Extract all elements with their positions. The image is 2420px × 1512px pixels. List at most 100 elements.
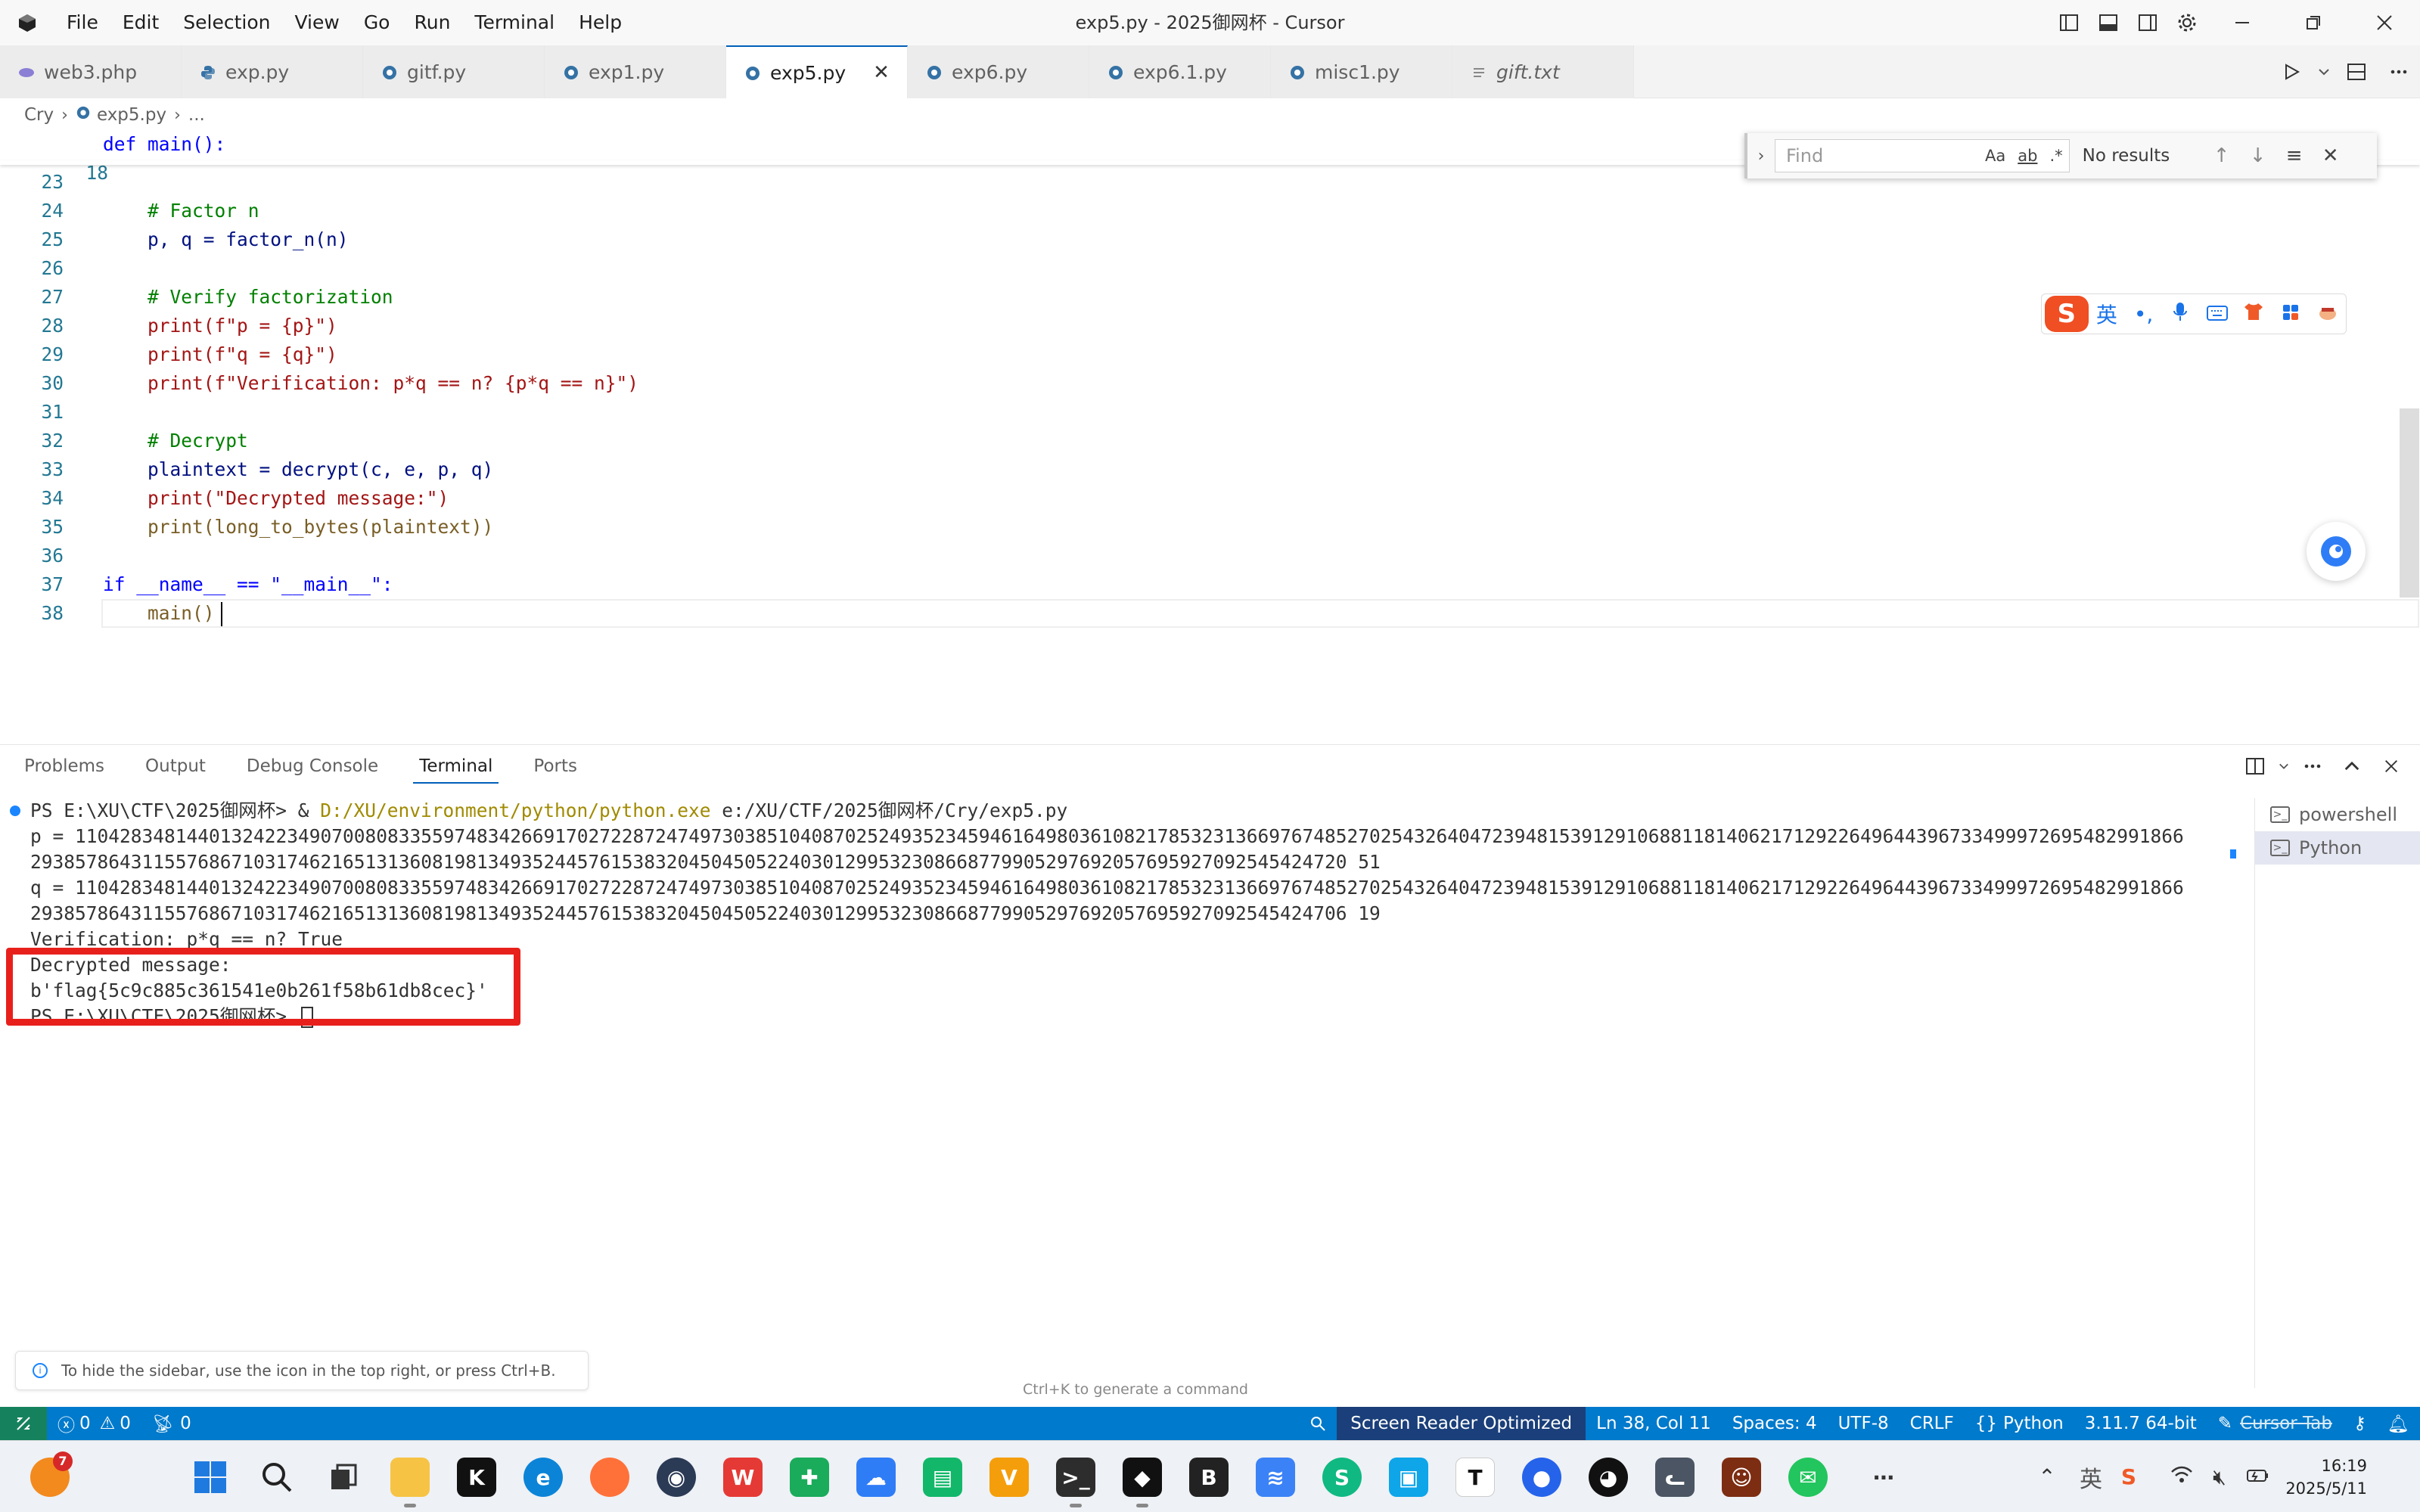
problems-status[interactable]: ⓧ 0 ⚠ 0 [47,1407,141,1440]
wechat-icon[interactable]: ✉ [1788,1458,1828,1497]
code-line[interactable]: 26 [0,254,2406,283]
taskbar-app-bag-icon[interactable]: ▤ [923,1458,962,1497]
notifications-bell-icon[interactable]: 🔔︎ [2377,1407,2420,1440]
close-tab-icon[interactable]: ✕ [873,61,890,84]
ports-status[interactable]: 📡︎ 0 [141,1407,202,1440]
edge-browser-icon[interactable]: e [523,1458,563,1497]
close-window-button[interactable] [2349,0,2420,45]
code-line[interactable]: 36 [0,542,2406,570]
split-editor-icon[interactable] [2335,45,2378,98]
terminal-app-icon[interactable]: >_ [1056,1458,1095,1507]
python-interpreter[interactable]: 3.11.7 64-bit [2074,1407,2207,1440]
taskbar-app-k-icon[interactable]: K [457,1458,496,1497]
match-case-toggle[interactable]: Aa [1979,147,2011,165]
taskbar-weather-icon[interactable]: 7 [30,1451,73,1497]
volume-muted-icon[interactable]: 🔇︎ [2201,1464,2238,1490]
indentation[interactable]: Spaces: 4 [1722,1407,1828,1440]
menu-edit[interactable]: Edit [110,0,171,45]
menu-selection[interactable]: Selection [171,0,282,45]
maximize-panel-chevron-up-icon[interactable] [2332,745,2372,787]
taskbar-search-icon[interactable] [257,1458,297,1497]
taskbar-app-browser-icon[interactable]: ● [1522,1458,1561,1497]
cloud-drive-icon[interactable]: ☁ [856,1458,896,1497]
tab-web3-php[interactable]: web3.php [0,45,182,98]
menu-view[interactable]: View [282,0,351,45]
menu-help[interactable]: Help [567,0,634,45]
code-line[interactable]: 32 # Decrypt [0,427,2406,455]
toggle-primary-sidebar-icon[interactable] [2049,0,2089,45]
tab-exp5-py[interactable]: exp5.py ✕ [726,45,908,98]
taskbar-app-cat-icon[interactable]: ᓚ [1655,1458,1695,1497]
terminal-path-link[interactable]: D:/XU/environment/python/python.exe [320,799,710,821]
taskbar-overflow-icon[interactable]: ⋯ [1864,1458,1903,1497]
panel-tab-debug-console[interactable]: Debug Console [241,749,384,784]
ime-indicator[interactable]: 英 [2072,1461,2110,1494]
settings-gear-icon[interactable] [2167,0,2207,45]
terminal-instance-python[interactable]: >_ Python [2255,831,2420,865]
panel-tab-terminal[interactable]: Terminal [413,749,499,784]
terminal-output[interactable]: PS E:\XU\CTF\2025御网杯> & D:/XU/environmen… [0,798,2239,1403]
taskbar-app-s-icon[interactable]: S [1322,1458,1362,1497]
menu-go[interactable]: Go [352,0,402,45]
run-python-file-icon[interactable] [2270,45,2313,98]
menu-file[interactable]: File [54,0,110,45]
command-decoration-dot[interactable] [10,806,20,816]
encoding[interactable]: UTF-8 [1828,1407,1900,1440]
tab-gitf-py[interactable]: gitf.py [363,45,545,98]
panel-tab-problems[interactable]: Problems [18,749,110,784]
taskbar-app-avatar-icon[interactable]: ☺ [1722,1458,1761,1497]
close-find-icon[interactable]: ✕ [2313,144,2349,167]
typora-icon[interactable]: T [1455,1458,1495,1497]
code-line[interactable]: 29 print(f"q = {q}") [0,340,2406,369]
tab-gift-txt[interactable]: gift.txt [1452,45,1634,98]
toggle-secondary-sidebar-icon[interactable] [2128,0,2167,45]
chevron-down-icon[interactable] [2275,745,2293,787]
ime-microphone-icon[interactable] [2162,301,2199,328]
regex-toggle[interactable]: .* [2043,147,2068,165]
tab-exp6-py[interactable]: exp6.py [908,45,1089,98]
breadcrumb-symbol[interactable]: ... [188,105,205,125]
taskbar-app-v-icon[interactable]: V [989,1458,1029,1497]
firefox-icon[interactable] [590,1458,629,1497]
toggle-replace-chevron-icon[interactable]: › [1747,147,1775,166]
key-icon[interactable]: ⚷ [2343,1407,2377,1440]
code-line[interactable]: 30 print(f"Verification: p*q == n? {p*q … [0,369,2406,398]
wifi-icon[interactable] [2163,1464,2201,1489]
end-of-line[interactable]: CRLF [1900,1407,1965,1440]
cursor-position[interactable]: Ln 38, Col 11 [1586,1407,1722,1440]
qq-icon[interactable]: ◕ [1589,1458,1628,1497]
cursor-app-icon[interactable]: ◆ [1123,1458,1162,1507]
wps-office-icon[interactable]: W [723,1458,763,1497]
find-in-selection-icon[interactable]: ≡ [2276,144,2313,167]
whole-word-toggle[interactable]: ab [2011,147,2043,165]
taskbar-app-b-icon[interactable]: B [1189,1458,1229,1497]
menu-terminal[interactable]: Terminal [462,0,567,45]
menu-run[interactable]: Run [402,0,462,45]
previous-match-arrow-up-icon[interactable]: ↑ [2204,144,2240,167]
editor-scrollbar[interactable] [2400,408,2419,598]
language-mode[interactable]: {} Python [1965,1407,2074,1440]
ime-toolbox-grid-icon[interactable] [2272,302,2310,327]
ime-punctuation-toggle[interactable]: •, [2125,302,2162,327]
close-panel-icon[interactable] [2372,745,2411,787]
split-terminal-icon[interactable] [2235,745,2275,787]
sogou-tray-icon[interactable]: S [2110,1464,2148,1489]
screen-reader-mode[interactable]: Screen Reader Optimized [1337,1407,1586,1440]
panel-tab-ports[interactable]: Ports [527,749,583,784]
panel-tab-output[interactable]: Output [139,749,212,784]
terminal-instance-powershell[interactable]: >_ powershell [2255,798,2420,831]
ime-tools-icon[interactable] [2309,302,2346,327]
floating-assistant-chat-icon[interactable] [2307,522,2366,581]
chevron-down-icon[interactable] [2313,45,2335,98]
code-line[interactable]: 35 print(long_to_bytes(plaintext)) [0,513,2406,542]
taskbar-app-vm-icon[interactable]: ▣ [1389,1458,1428,1497]
code-line[interactable]: 37 if __name__ == "__main__": [0,570,2406,599]
file-explorer-icon[interactable] [390,1458,430,1507]
tab-exp1-py[interactable]: exp1.py [545,45,726,98]
taskbar-app-eye-icon[interactable]: ◉ [657,1458,696,1497]
zoom-search-icon[interactable] [1299,1407,1337,1440]
code-line[interactable]: 34 print("Decrypted message:") [0,484,2406,513]
code-line[interactable]: 33 plaintext = decrypt(c, e, p, q) [0,455,2406,484]
ime-keyboard-icon[interactable] [2198,302,2235,327]
remote-indicator-icon[interactable] [0,1407,47,1440]
